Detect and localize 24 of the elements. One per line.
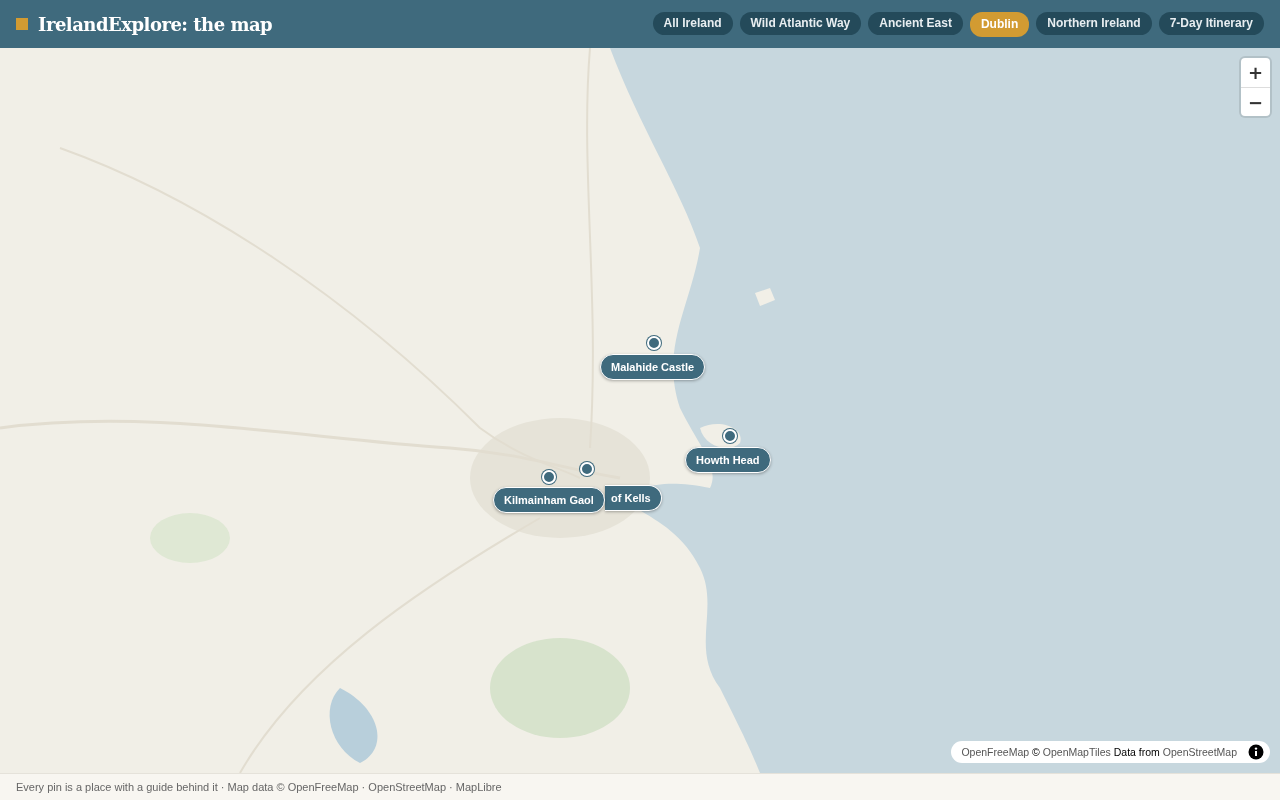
info-icon[interactable] [1248,744,1264,760]
logo-icon [16,18,28,30]
pin-label[interactable]: Howth Head [685,447,771,473]
filter-tab[interactable]: All Ireland [652,11,733,35]
filter-tab[interactable]: 7-Day Itinerary [1158,11,1264,35]
filter-tab[interactable]: Wild Atlantic Way [739,11,862,35]
zoom-in-button[interactable]: + [1241,58,1270,87]
map-pin[interactable] [647,336,661,350]
attribution-link[interactable]: OpenStreetMap [1162,746,1237,758]
map-pin[interactable] [723,429,737,443]
pin-label[interactable]: Kilmainham Gaol [493,487,605,513]
pin-label[interactable]: of Kells [605,485,662,511]
zoom-out-button[interactable]: − [1241,87,1270,116]
footer-note: Every pin is a place with a guide behind it · Map data © OpenFreeMap · OpenStreetMap · MapLibre [16,781,502,793]
attribution-link[interactable]: OpenFreeMap [961,746,1030,758]
attribution-text: Data from [1113,746,1160,758]
attribution-link[interactable]: OpenMapTiles [1042,746,1111,758]
filter-tab[interactable]: Northern Ireland [1036,11,1152,35]
map-pin[interactable] [580,462,594,476]
pin-label[interactable]: Malahide Castle [600,354,706,380]
map-pin[interactable] [542,470,556,484]
filter-tab[interactable]: Ancient East [868,11,963,35]
app-title: IrelandExplore: the map [38,13,273,35]
attribution-text: © [1032,746,1040,758]
